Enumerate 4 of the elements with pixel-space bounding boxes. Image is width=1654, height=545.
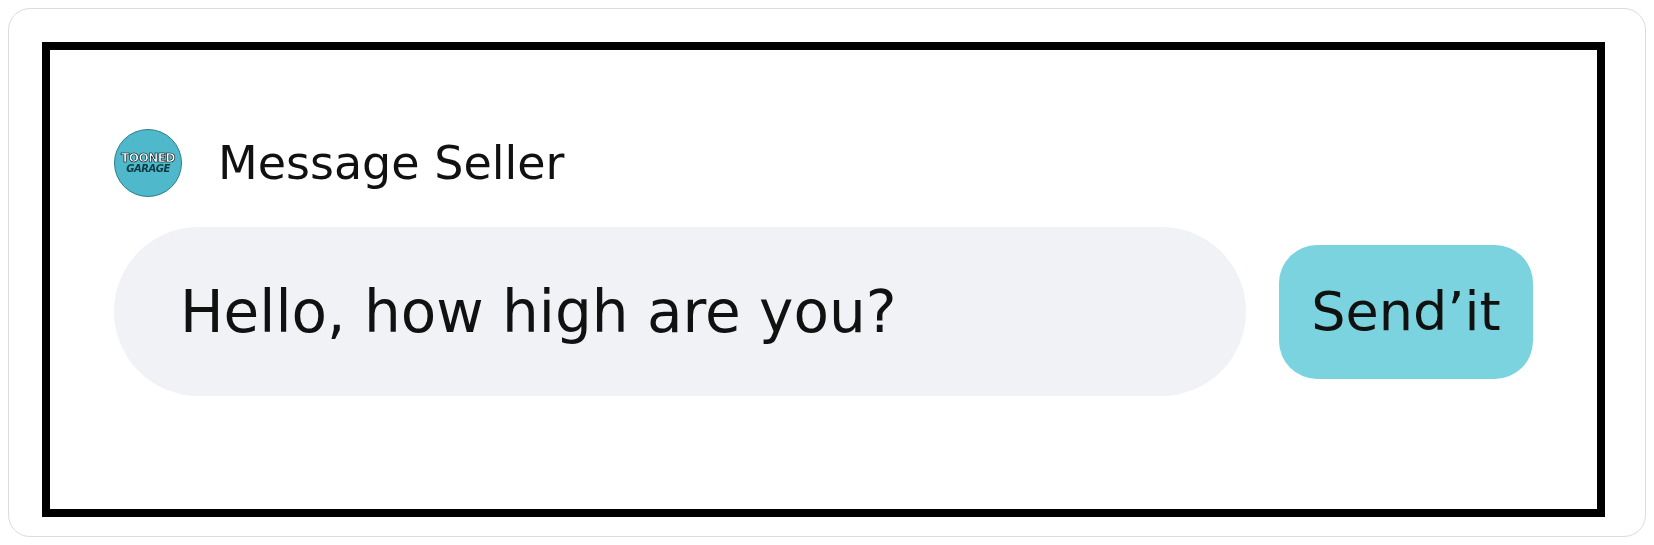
- send-button[interactable]: Send’it: [1279, 244, 1533, 379]
- logo: TOONED GARAGE: [114, 129, 182, 197]
- dialog-title: Message Seller: [218, 136, 565, 190]
- message-field[interactable]: Hello, how high are you?: [114, 227, 1246, 396]
